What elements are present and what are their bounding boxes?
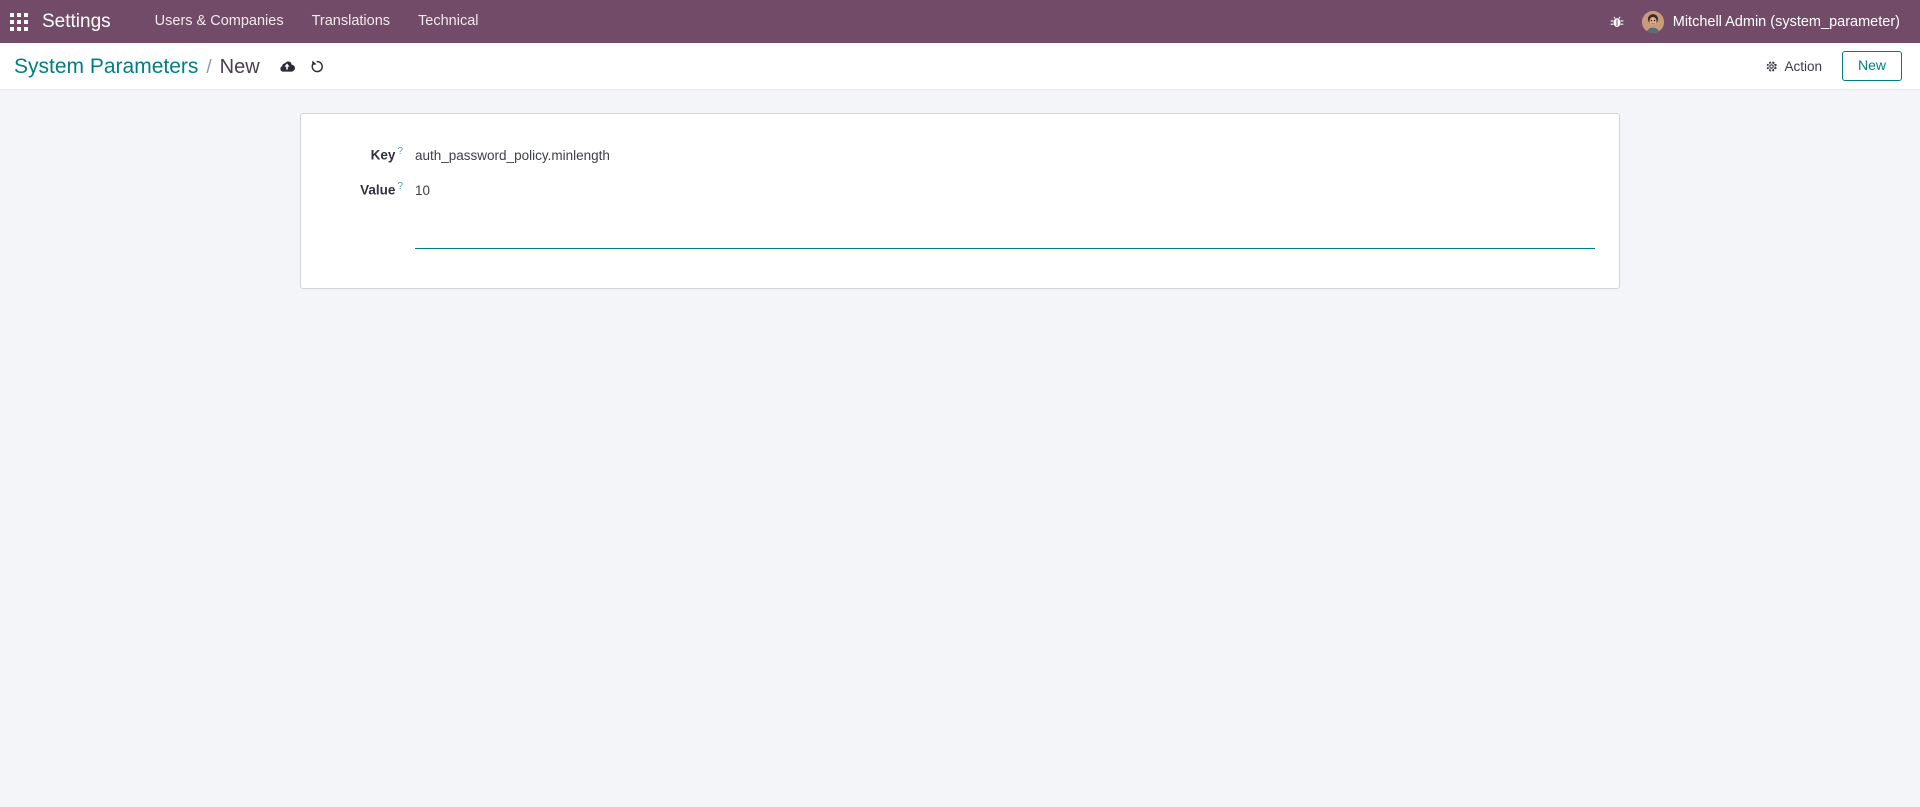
field-row-value: Value? [325,177,1595,254]
form-sheet: Key? Value? [300,113,1620,289]
value-textarea[interactable] [415,181,1595,249]
action-menu-label: Action [1784,58,1822,74]
username-label: Mitchell Admin (system_parameter) [1672,13,1900,30]
breadcrumb: System Parameters / New [14,53,330,79]
cloud-upload-icon[interactable] [274,53,300,79]
field-row-key: Key? [325,142,1595,170]
control-panel: System Parameters / New Action New [0,43,1920,90]
help-tooltip-icon[interactable]: ? [397,181,403,192]
control-panel-actions: Action New [1757,51,1902,81]
form-view: Key? Value? [0,90,1920,289]
apps-grid-icon[interactable] [10,12,28,31]
key-input[interactable] [415,146,1595,170]
navbar-menu: Users & Companies Translations Technical [141,0,493,43]
field-value-key-wrapper [415,142,1595,170]
gear-icon [1767,61,1778,71]
breadcrumb-current-new: New [219,56,260,78]
field-label-key: Key? [325,142,415,163]
breadcrumb-separator: / [206,57,212,78]
navbar-right: Mitchell Admin (system_parameter) [1602,0,1906,43]
bug-icon[interactable] [1602,0,1632,43]
field-label-value-text: Value [360,182,396,198]
nav-item-technical[interactable]: Technical [404,0,492,43]
breadcrumb-root-system-parameters[interactable]: System Parameters [14,55,198,79]
user-menu[interactable]: Mitchell Admin (system_parameter) [1632,0,1906,43]
app-brand-settings[interactable]: Settings [42,11,111,33]
nav-item-translations[interactable]: Translations [298,0,404,43]
field-label-key-text: Key [370,147,396,163]
record-dirty-actions [274,53,330,79]
user-avatar [1641,10,1664,33]
field-label-value: Value? [325,177,415,198]
help-tooltip-icon[interactable]: ? [397,146,403,157]
undo-icon[interactable] [304,53,330,79]
new-record-button[interactable]: New [1841,51,1902,81]
nav-item-users-companies[interactable]: Users & Companies [141,0,298,43]
action-menu-button[interactable]: Action [1757,54,1830,79]
field-value-value-wrapper [415,177,1595,254]
top-navbar: Settings Users & Companies Translations … [0,0,1920,43]
